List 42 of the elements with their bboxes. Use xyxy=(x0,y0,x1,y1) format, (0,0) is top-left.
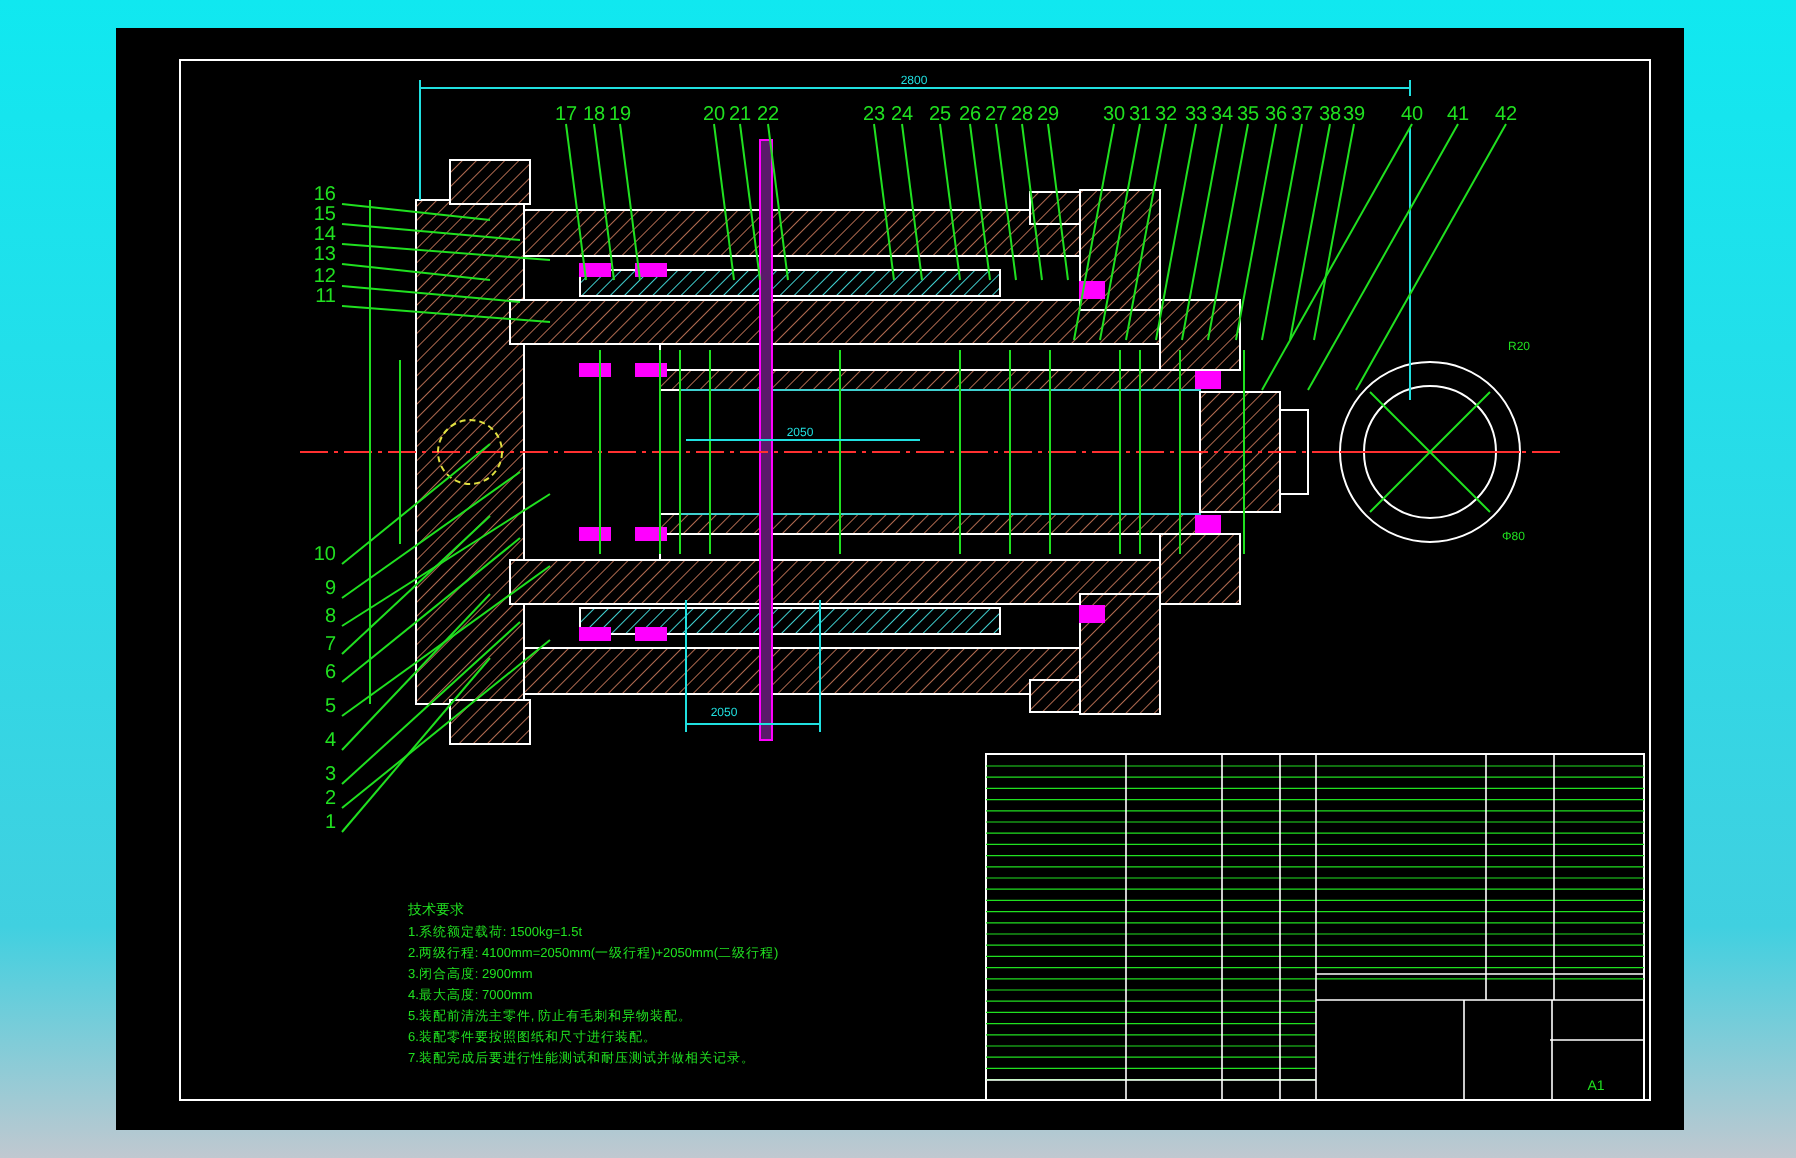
part-number: 21 xyxy=(728,104,752,126)
part-number: 27 xyxy=(984,104,1008,126)
part-number: 42 xyxy=(1494,104,1518,126)
part-number: 15 xyxy=(313,204,336,226)
part-number: 7 xyxy=(324,634,336,656)
part-number: 29 xyxy=(1036,104,1060,126)
part-number: 5 xyxy=(324,696,336,718)
part-number: 19 xyxy=(608,104,632,126)
part-number: 11 xyxy=(315,286,336,308)
part-number: 36 xyxy=(1264,104,1288,126)
part-number: 30 xyxy=(1102,104,1126,126)
part-number: 10 xyxy=(313,544,336,566)
part-number: 14 xyxy=(313,224,336,246)
part-number: 33 xyxy=(1184,104,1208,126)
part-number: 17 xyxy=(554,104,578,126)
part-number: 37 xyxy=(1290,104,1314,126)
part-number: 34 xyxy=(1210,104,1234,126)
part-number: 28 xyxy=(1010,104,1034,126)
part-number: 9 xyxy=(324,578,336,600)
part-number: 22 xyxy=(756,104,780,126)
part-number: 3 xyxy=(324,764,336,786)
part-number: 32 xyxy=(1154,104,1178,126)
part-number: 1 xyxy=(324,812,336,834)
part-number: 26 xyxy=(958,104,982,126)
part-number: 41 xyxy=(1446,104,1470,126)
part-number: 13 xyxy=(313,244,336,266)
part-number: 25 xyxy=(928,104,952,126)
part-number: 16 xyxy=(313,184,336,206)
part-number: 23 xyxy=(862,104,886,126)
part-number: 6 xyxy=(324,662,336,684)
part-number: 38 xyxy=(1318,104,1342,126)
part-number: 2 xyxy=(324,788,336,810)
part-number: 18 xyxy=(582,104,606,126)
part-number: 24 xyxy=(890,104,914,126)
part-number: 12 xyxy=(313,266,336,288)
part-number: 35 xyxy=(1236,104,1260,126)
part-number: 4 xyxy=(324,730,336,752)
part-number: 20 xyxy=(702,104,726,126)
part-number: 8 xyxy=(324,606,336,628)
part-number: 31 xyxy=(1128,104,1152,126)
part-number: 40 xyxy=(1400,104,1424,126)
part-number: 39 xyxy=(1342,104,1366,126)
